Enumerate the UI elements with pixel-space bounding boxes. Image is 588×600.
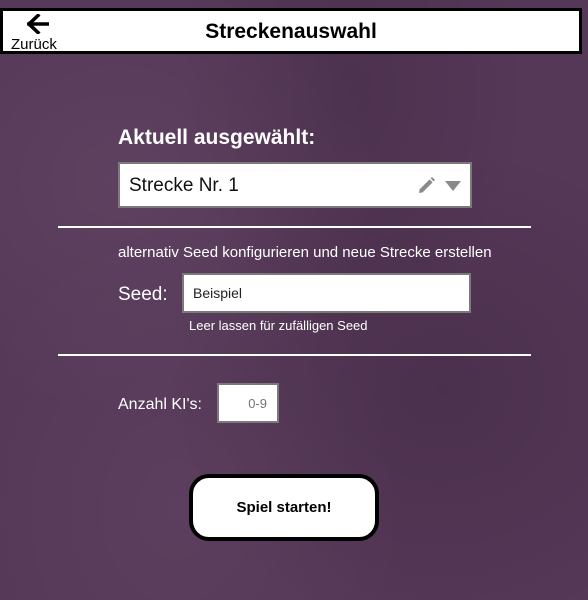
track-select-value: Strecke Nr. 1 (129, 175, 239, 196)
seed-sublabel: Leer lassen für zufälligen Seed (189, 318, 368, 333)
ai-count-input[interactable] (217, 383, 279, 423)
divider-bottom (58, 354, 531, 356)
divider-top (58, 226, 531, 228)
start-game-button[interactable]: Spiel starten! (189, 474, 379, 541)
current-selection-heading: Aktuell ausgewählt: (118, 126, 316, 149)
seed-input[interactable] (182, 273, 471, 313)
header-bar: Zurück Streckenauswahl (0, 8, 582, 54)
pencil-icon[interactable] (416, 176, 436, 196)
seed-label: Seed: (118, 284, 168, 305)
chevron-down-icon[interactable] (444, 180, 462, 192)
seed-hint-text: alternativ Seed konfigurieren und neue S… (118, 244, 492, 261)
track-select[interactable]: Strecke Nr. 1 (118, 162, 472, 208)
ai-count-label: Anzahl KI's: (118, 396, 202, 413)
page-title: Streckenauswahl (205, 20, 377, 43)
